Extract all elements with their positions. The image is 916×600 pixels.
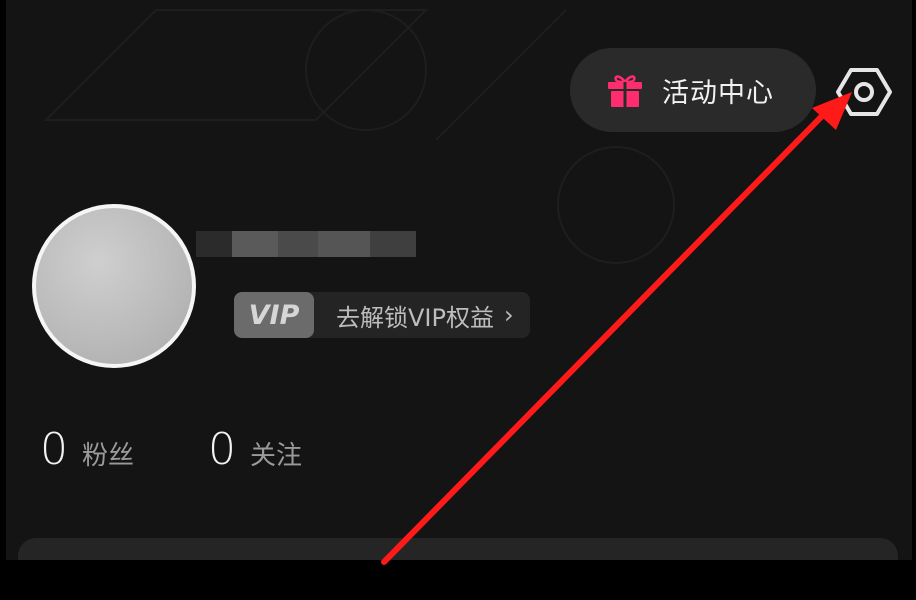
fans-count: 0 [40,424,68,475]
following-label: 关注 [250,441,303,471]
gift-icon [608,75,642,107]
content-card [18,538,898,560]
settings-hexagon-icon[interactable] [836,64,892,120]
username-obscured [196,216,416,272]
fans-label: 粉丝 [82,441,135,471]
following-count: 0 [208,424,236,475]
avatar[interactable] [32,204,196,368]
event-center-label: 活动中心 [662,77,774,109]
event-center-button[interactable]: 活动中心 [570,48,816,132]
vip-unlock-link[interactable]: VIP 去解锁VIP权益 › [234,292,530,338]
profile-screen: 活动中心 VIP 去解锁VIP权益 › 0 粉丝 0 关注 [6,0,912,560]
following-stat[interactable]: 0 关注 [208,424,302,475]
vip-badge: VIP [234,292,314,338]
chevron-right-icon: › [503,301,514,329]
vip-unlock-text: 去解锁VIP权益 [336,303,494,332]
fans-stat[interactable]: 0 粉丝 [40,424,134,475]
